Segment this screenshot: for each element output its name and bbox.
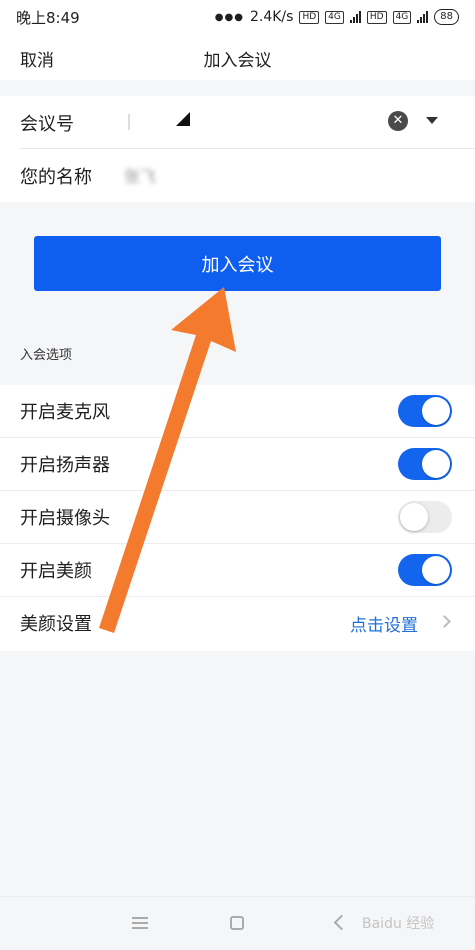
status-indicators: ●●● 2.4K/s HD 4G HD 4G 88 (215, 9, 459, 25)
beauty-settings-link[interactable]: 点击设置 (350, 611, 418, 636)
toggle-knob (400, 503, 428, 531)
display-name-label: 您的名称 (20, 167, 92, 188)
join-meeting-button[interactable]: 加入会议 (34, 236, 441, 291)
signal-icon (349, 11, 361, 23)
microphone-toggle[interactable] (398, 395, 452, 427)
beauty-settings-label: 美颜设置 (20, 614, 92, 635)
status-time: 晚上8:49 (16, 8, 80, 27)
option-beauty: 开启美颜 (0, 544, 475, 597)
join-form: 会议号 ✕ 您的名称 张飞 (0, 96, 475, 202)
more-dots-icon: ●●● (214, 11, 244, 23)
page-title: 加入会议 (203, 51, 272, 71)
menu-icon[interactable] (132, 917, 148, 929)
battery-icon: 88 (434, 9, 459, 25)
toggle-knob (422, 450, 450, 478)
caret-down-icon[interactable] (426, 117, 438, 124)
meeting-id-input[interactable] (124, 108, 194, 132)
option-label: 开启摄像头 (20, 508, 110, 529)
text-cursor (128, 114, 130, 130)
toggle-knob (422, 556, 450, 584)
camera-toggle[interactable] (398, 501, 452, 533)
redaction-mark (176, 112, 190, 126)
hd-badge: HD (299, 10, 320, 24)
signal-icon-2 (417, 11, 429, 23)
network-speed: 2.4K/s (249, 9, 294, 25)
display-name-row[interactable]: 您的名称 张飞 (0, 149, 475, 202)
options-section-title: 入会选项 (20, 348, 73, 363)
nav-bar: 取消 加入会议 (0, 34, 475, 80)
option-label: 开启美颜 (20, 561, 92, 582)
clear-icon[interactable]: ✕ (388, 111, 408, 131)
meeting-id-label: 会议号 (20, 114, 74, 135)
status-bar: 晚上8:49 ●●● 2.4K/s HD 4G HD 4G 88 (0, 0, 475, 34)
chevron-right-icon (438, 615, 451, 628)
option-label: 开启扬声器 (20, 455, 110, 476)
network-type-badge: 4G (325, 10, 344, 24)
meeting-id-row[interactable]: 会议号 ✕ (0, 96, 475, 149)
back-icon[interactable] (333, 914, 350, 931)
home-icon[interactable] (230, 916, 244, 930)
toggle-knob (422, 397, 450, 425)
display-name-input[interactable]: 张飞 (124, 163, 156, 187)
option-speaker: 开启扬声器 (0, 438, 475, 491)
hd-badge-2: HD (366, 10, 387, 24)
beauty-settings-row[interactable]: 美颜设置 点击设置 (0, 597, 475, 650)
option-camera: 开启摄像头 (0, 491, 475, 544)
speaker-toggle[interactable] (398, 448, 452, 480)
options-list: 开启麦克风 开启扬声器 开启摄像头 开启美颜 美颜设置 点击设置 (0, 385, 475, 651)
beauty-toggle[interactable] (398, 554, 452, 586)
option-label: 开启麦克风 (20, 402, 110, 423)
system-nav-bar: Baidu 经验 (0, 896, 475, 950)
network-type-badge-2: 4G (392, 10, 412, 24)
option-microphone: 开启麦克风 (0, 385, 475, 438)
watermark: Baidu 经验 (362, 916, 435, 932)
